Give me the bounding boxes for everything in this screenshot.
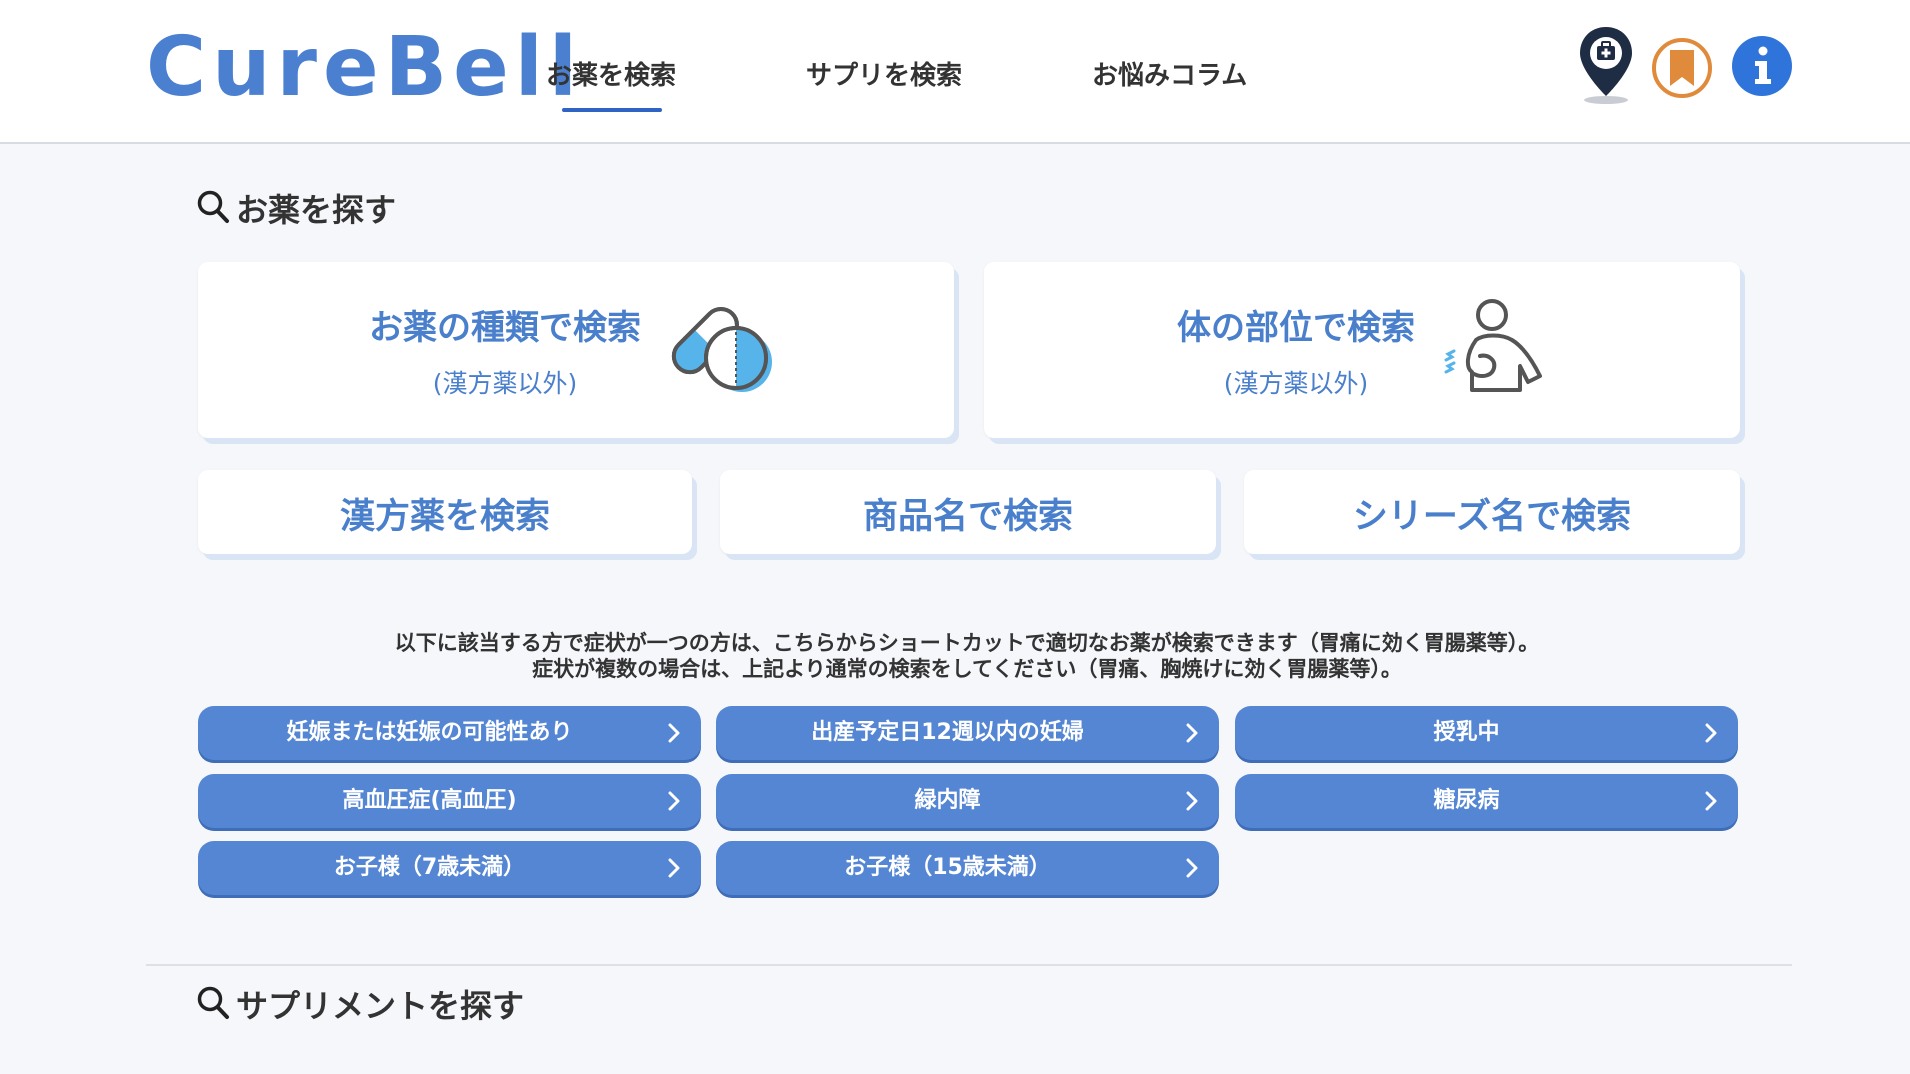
shortcut-label: お子様（15歳未満） — [844, 855, 1051, 880]
chevron-right-icon — [1186, 791, 1198, 811]
kampo-search-card[interactable]: 漢方薬を検索 — [198, 470, 692, 554]
shortcut-notice-line1: 以下に該当する方で症状が一つの方は、こちらからショートカットで適切なお薬が検索で… — [394, 631, 1540, 655]
nav-medicine-search[interactable]: お薬を検索 — [546, 56, 676, 96]
search-by-body-part-card[interactable]: 体の部位で検索 (漢方薬以外) — [984, 262, 1740, 438]
bookmark-icon[interactable] — [1650, 36, 1714, 104]
chevron-right-icon — [1186, 858, 1198, 878]
shortcut-hypertension-button[interactable]: 高血圧症(高血圧) — [198, 774, 701, 828]
shortcut-label: 出産予定日12週以内の妊婦 — [811, 720, 1084, 745]
shortcut-label: 高血圧症(高血圧) — [342, 788, 517, 813]
shortcut-diabetes-button[interactable]: 糖尿病 — [1235, 774, 1738, 828]
body-stomach-icon — [1440, 298, 1560, 402]
capsule-tablet-icon — [664, 292, 784, 406]
series-name-search-label: シリーズ名で検索 — [1352, 497, 1632, 537]
info-icon[interactable] — [1730, 34, 1794, 102]
shortcut-label: 授乳中 — [1433, 720, 1500, 745]
product-name-search-label: 商品名で検索 — [862, 497, 1073, 537]
shortcut-label: 緑内障 — [914, 788, 981, 813]
shortcut-breastfeeding-button[interactable]: 授乳中 — [1235, 706, 1738, 760]
shortcut-notice-line2: 症状が複数の場合は、上記より通常の検索をしてください（胃痛、胸焼けに効く胃腸薬等… — [532, 657, 1402, 681]
shortcut-due-12-weeks-button[interactable]: 出産予定日12週以内の妊婦 — [716, 706, 1219, 760]
series-name-search-card[interactable]: シリーズ名で検索 — [1244, 470, 1740, 554]
section-divider — [146, 964, 1792, 966]
shortcut-notice: 以下に該当する方で症状が一つの方は、こちらからショートカットで適切なお薬が検索で… — [196, 630, 1738, 682]
chevron-right-icon — [668, 723, 680, 743]
shortcut-child-under-15-button[interactable]: お子様（15歳未満） — [716, 841, 1219, 895]
search-icon — [196, 189, 230, 236]
chevron-right-icon — [668, 858, 680, 878]
shortcut-glaucoma-button[interactable]: 緑内障 — [716, 774, 1219, 828]
supplement-section-title-text: サプリメントを探す — [236, 987, 525, 1025]
medicine-section-title: お薬を探す — [196, 188, 396, 236]
search-icon — [196, 985, 230, 1032]
curebell-logo[interactable]: CureBell — [146, 18, 583, 118]
supplement-section-title: サプリメントを探す — [196, 984, 524, 1032]
medicine-section-title-text: お薬を探す — [236, 191, 397, 229]
search-by-medicine-type-card[interactable]: お薬の種類で検索 (漢方薬以外) — [198, 262, 954, 438]
kampo-search-label: 漢方薬を検索 — [339, 497, 550, 537]
chevron-right-icon — [1705, 791, 1717, 811]
shortcut-pregnancy-button[interactable]: 妊娠または妊娠の可能性あり — [198, 706, 701, 760]
shortcut-label: お子様（7歳未満） — [333, 855, 526, 880]
product-name-search-card[interactable]: 商品名で検索 — [720, 470, 1216, 554]
nav-supplement-search[interactable]: サプリを検索 — [806, 56, 962, 96]
nav-active-indicator — [562, 108, 662, 112]
shortcut-label: 妊娠または妊娠の可能性あり — [286, 720, 573, 745]
shortcut-label: 糖尿病 — [1433, 788, 1500, 813]
site-header: CureBell お薬を検索 サプリを検索 お悩みコラム — [0, 0, 1910, 144]
pharmacy-map-pin-icon[interactable] — [1576, 24, 1636, 110]
chevron-right-icon — [1186, 723, 1198, 743]
shortcut-child-under-7-button[interactable]: お子様（7歳未満） — [198, 841, 701, 895]
nav-column[interactable]: お悩みコラム — [1092, 56, 1247, 96]
chevron-right-icon — [668, 791, 680, 811]
chevron-right-icon — [1705, 723, 1717, 743]
